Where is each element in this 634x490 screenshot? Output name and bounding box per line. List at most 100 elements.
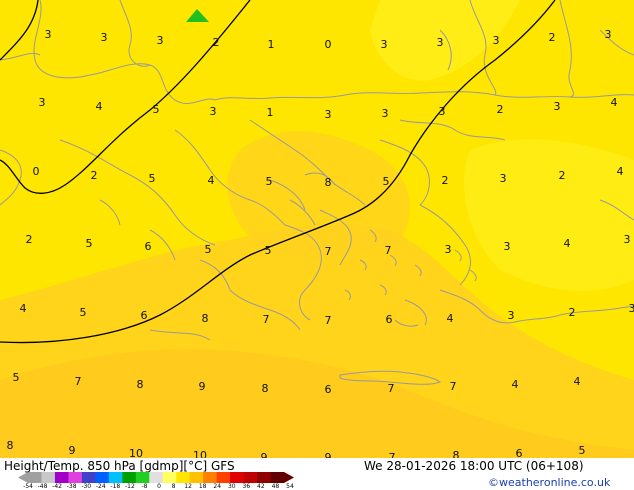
temperature-value: 5: [265, 244, 272, 257]
temperature-value: 6: [325, 383, 332, 396]
legend-tick: -12: [124, 483, 135, 490]
temperature-value: 3: [101, 31, 108, 44]
temperature-value: 7: [75, 375, 82, 388]
temperature-value: 3: [500, 172, 507, 185]
temperature-value: 1: [267, 106, 274, 119]
temperature-value: 3: [504, 240, 511, 253]
temperature-value: 4: [564, 237, 571, 250]
temperature-value: 4: [512, 378, 519, 391]
temperature-value: 8: [262, 382, 269, 395]
temperature-value: 4: [208, 174, 215, 187]
temperature-value: 5: [86, 237, 93, 250]
map-title: Height/Temp. 850 hPa [gdmp][°C] GFS: [4, 459, 235, 473]
legend-arrow-left: [18, 472, 28, 483]
temperature-value: 3: [157, 34, 164, 47]
legend-swatch: [54, 472, 69, 483]
legend-swatch: [108, 472, 123, 483]
temperature-value: 4: [20, 302, 27, 315]
temperature-value: 3: [210, 105, 217, 118]
temperature-value: 3: [39, 96, 46, 109]
legend-tick: 18: [198, 483, 207, 490]
weather-map: 3332103332334531333234025458523242565577…: [0, 0, 634, 458]
temperature-value: 0: [33, 165, 40, 178]
temperature-value: 3: [508, 309, 515, 322]
legend-tick: 8: [171, 483, 176, 490]
legend-swatch: [203, 472, 218, 483]
map-canvas: 3 3 3 2 1 0 3 3 3 2 33 4 5 3 1 3 3 3 2 3 40 2 5 4 5 8 5 2 3 2 42 5 6 5 5 7 7…: [0, 0, 634, 458]
legend-swatch: [230, 472, 245, 483]
temperature-value: 5: [80, 306, 87, 319]
temperature-value: 1: [268, 38, 275, 51]
forecast-datetime: We 28-01-2026 18:00 UTC (06+108): [364, 459, 584, 473]
temperature-value: 7: [325, 314, 332, 327]
legend-tick: 12: [184, 483, 192, 490]
credit-link[interactable]: ©weatheronline.co.uk: [488, 476, 610, 489]
legend-tick: -18: [110, 483, 121, 490]
temperature-value: 6: [516, 447, 523, 458]
legend-tick: 42: [257, 483, 265, 490]
legend-swatch: [28, 472, 42, 483]
legend-tick: 24: [213, 483, 222, 490]
temperature-value: 8: [7, 439, 14, 452]
legend-tick: -38: [66, 483, 77, 490]
legend-tick: 54: [286, 483, 294, 490]
temperature-value: 5: [579, 444, 586, 457]
temperature-value: 0: [325, 38, 332, 51]
legend-arrow-right: [284, 472, 294, 483]
temperature-value: 7: [325, 245, 332, 258]
legend-swatch: [68, 472, 83, 483]
temperature-value: 3: [493, 34, 500, 47]
temperature-value: 3: [554, 100, 561, 113]
temperature-value: 4: [574, 375, 581, 388]
legend-swatch: [189, 472, 204, 483]
temperature-value: 8: [325, 176, 332, 189]
temperature-value: 3: [325, 108, 332, 121]
temperature-value: 4: [611, 96, 618, 109]
temperature-value: 2: [497, 103, 504, 116]
temperature-value: 9: [261, 451, 268, 458]
temperature-value: 8: [137, 378, 144, 391]
temperature-value: 3: [605, 28, 612, 41]
legend-swatch: [162, 472, 177, 483]
temperature-value: 10: [129, 447, 143, 458]
legend-swatch: [122, 472, 137, 483]
temperature-value: 9: [199, 380, 206, 393]
temperature-value: 5: [149, 172, 156, 185]
legend-tick: 36: [242, 483, 251, 490]
temperature-value: 2: [26, 233, 33, 246]
temperature-value: 6: [145, 240, 152, 253]
legend-tick-labels: -54 -48 -42 -38 -30 -24 -18 -12 -8 0 8 12 18 24 30 36 42…: [14, 483, 304, 490]
temperature-value: 10: [193, 449, 207, 458]
temperature-value: 3: [624, 233, 631, 246]
temperature-value: 2: [569, 306, 576, 319]
legend-tick: -42: [52, 483, 63, 490]
temperature-value: 3: [382, 107, 389, 120]
legend-swatch: [41, 472, 56, 483]
temperature-value: 5: [153, 103, 160, 116]
temperature-value: 7: [389, 451, 396, 458]
temperature-value: 8: [202, 312, 209, 325]
color-scale-legend: [18, 472, 294, 483]
temperature-value: 3: [437, 36, 444, 49]
temperature-value: 2: [442, 174, 449, 187]
legend-swatch: [149, 472, 164, 483]
legend-tick: -8: [141, 483, 148, 490]
temperature-value: 4: [447, 312, 454, 325]
map-footer: Height/Temp. 850 hPa [gdmp][°C] GFS We 2…: [0, 458, 634, 490]
temperature-value: 5: [205, 243, 212, 256]
legend-swatch: [216, 472, 231, 483]
temperature-value: 9: [69, 444, 76, 457]
legend-tick: -30: [81, 483, 92, 490]
legend-swatch: [135, 472, 150, 483]
temperature-value: 5: [383, 175, 390, 188]
temperature-value: 7: [388, 382, 395, 395]
legend-swatch: [243, 472, 258, 483]
temperature-value: 9: [325, 451, 332, 458]
temperature-value: 4: [617, 165, 624, 178]
temperature-value: 7: [263, 313, 270, 326]
legend-swatch: [81, 472, 96, 483]
legend-swatch: [257, 472, 272, 483]
temperature-value: 5: [266, 175, 273, 188]
legend-swatch: [270, 472, 285, 483]
temperature-value: 6: [141, 309, 148, 322]
